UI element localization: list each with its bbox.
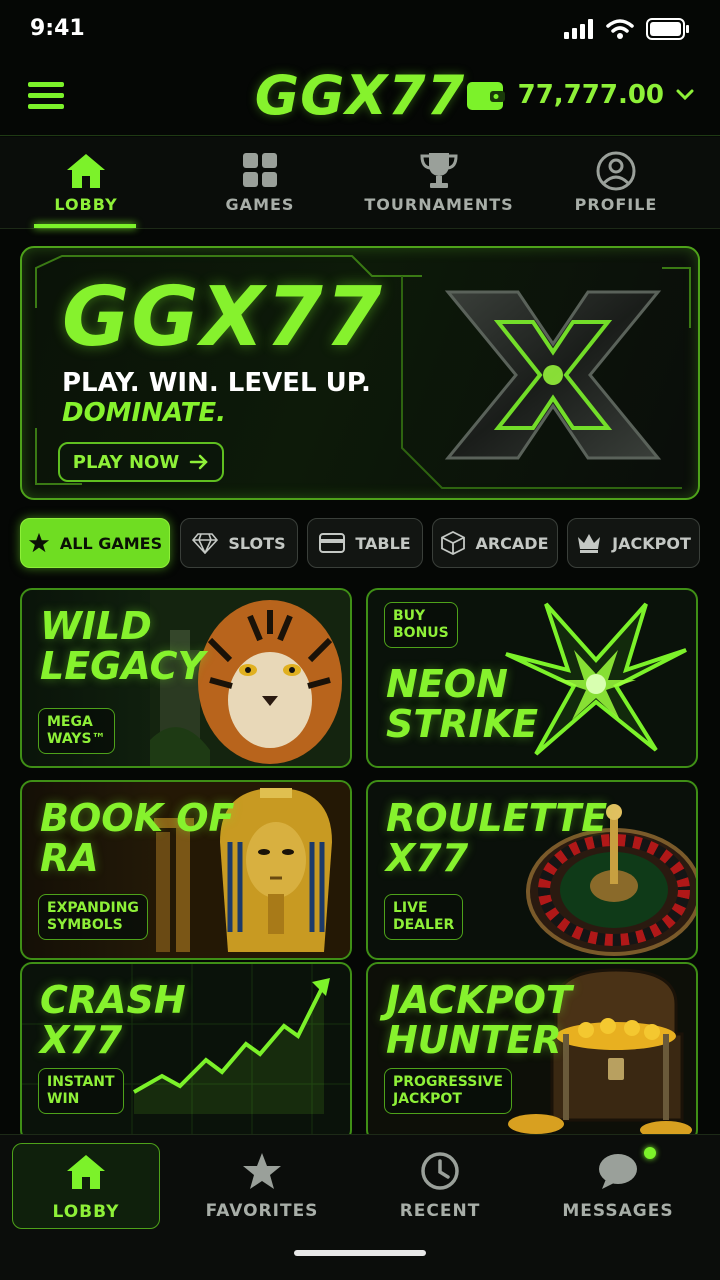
filter-label: ARCADE <box>475 533 549 553</box>
notification-dot <box>644 1147 656 1159</box>
game-title: JACKPOT HUNTER <box>386 978 572 1062</box>
clock-icon <box>421 1152 459 1190</box>
bottom-tab-messages[interactable]: MESSAGES <box>544 1143 692 1229</box>
bottom-tab-label: LOBBY <box>52 1202 120 1222</box>
tab-lobby[interactable]: LOBBY <box>6 137 166 229</box>
game-badge: PROGRESSIVE JACKPOT <box>384 1068 512 1114</box>
game-card-crash-x77[interactable]: CRASH X77 INSTANT WIN <box>20 962 352 1142</box>
status-bar: 9:41 <box>0 0 720 62</box>
hero-banner[interactable]: GGX77 PLAY. WIN. LEVEL UP. DOMINATE. PLA… <box>20 246 700 500</box>
game-badge: MEGA WAYS™ <box>38 708 115 754</box>
crown-icon <box>578 534 601 553</box>
play-now-button[interactable]: PLAY NOW <box>58 442 224 482</box>
cube-icon <box>441 531 466 555</box>
game-title: ROULETTE X77 <box>386 796 608 880</box>
tab-label: PROFILE <box>574 195 658 214</box>
wallet-icon <box>466 82 505 110</box>
filter-arcade[interactable]: ARCADE <box>432 518 558 568</box>
hero-tagline-accent: DOMINATE. <box>62 398 226 428</box>
bottom-tab-label: MESSAGES <box>562 1201 674 1221</box>
game-card-jackpot-hunter[interactable]: JACKPOT HUNTER PROGRESSIVE JACKPOT <box>366 962 698 1142</box>
bottom-tab-recent[interactable]: RECENT <box>366 1143 514 1229</box>
top-nav: LOBBY GAMES TOURNAMENTS PROFILE <box>0 137 720 229</box>
bottom-tab-favorites[interactable]: FAVORITES <box>188 1143 336 1229</box>
filter-label: JACKPOT <box>612 533 691 553</box>
tab-tournaments[interactable]: TOURNAMENTS <box>359 137 519 229</box>
signal-icon <box>564 19 593 39</box>
star-icon <box>28 532 49 553</box>
app-header: GGX77 77,777.00 <box>0 62 720 136</box>
filter-label: SLOTS <box>228 533 286 553</box>
game-badge: INSTANT WIN <box>38 1068 124 1114</box>
x-emblem-icon <box>444 290 662 460</box>
game-badge: BUY BONUS <box>384 602 458 648</box>
bottom-tab-label: RECENT <box>399 1201 481 1221</box>
filter-label: TABLE <box>355 533 411 553</box>
bottom-tab-label: FAVORITES <box>205 1201 319 1221</box>
battery-icon <box>646 18 689 40</box>
filter-slots[interactable]: SLOTS <box>180 518 298 568</box>
bottom-tab-lobby[interactable]: LOBBY <box>12 1143 160 1229</box>
game-title: WILD LEGACY <box>40 604 206 688</box>
status-time: 9:41 <box>30 16 85 41</box>
home-indicator <box>294 1250 426 1256</box>
game-card-wild-legacy[interactable]: WILD LEGACY MEGA WAYS™ <box>20 588 352 768</box>
game-card-neon-strike[interactable]: BUY BONUS NEON STRIKE <box>366 588 698 768</box>
game-filter-bar: ALL GAMES SLOTS TABLE ARCADE JACKPOT <box>20 518 700 570</box>
trophy-icon <box>420 153 458 188</box>
chat-icon <box>599 1154 637 1189</box>
tab-label: TOURNAMENTS <box>364 195 514 214</box>
grid-icon <box>243 153 277 187</box>
tab-label: LOBBY <box>54 195 118 214</box>
filter-jackpot[interactable]: JACKPOT <box>567 518 700 568</box>
balance-amount: 77,777.00 <box>517 80 664 110</box>
filter-label: ALL GAMES <box>59 533 163 553</box>
tab-label: GAMES <box>225 195 295 214</box>
tab-games[interactable]: GAMES <box>180 137 340 229</box>
game-card-roulette-x77[interactable]: ROULETTE X77 LIVE DEALER <box>366 780 698 960</box>
game-card-book-of-ra[interactable]: BOOK OF RA EXPANDING SYMBOLS <box>20 780 352 960</box>
game-title: NEON STRIKE <box>386 662 539 746</box>
wifi-icon <box>606 19 634 39</box>
diamond-icon <box>192 533 219 554</box>
wallet-balance-button[interactable]: 77,777.00 <box>466 78 694 112</box>
game-title: CRASH X77 <box>40 978 186 1062</box>
hero-tagline: PLAY. WIN. LEVEL UP. <box>62 368 371 398</box>
status-icons <box>564 18 690 40</box>
chevron-down-icon <box>676 89 694 101</box>
game-title: BOOK OF RA <box>40 796 235 880</box>
hero-title: GGX77 <box>62 270 384 365</box>
filter-table[interactable]: TABLE <box>307 518 423 568</box>
card-icon <box>319 533 346 553</box>
user-icon <box>596 151 636 191</box>
home-icon <box>67 1155 105 1189</box>
star-icon <box>243 1153 281 1189</box>
tab-profile[interactable]: PROFILE <box>536 137 696 229</box>
active-tab-indicator <box>34 224 136 228</box>
home-icon <box>67 154 105 188</box>
arrow-right-icon <box>189 454 208 470</box>
bottom-nav: LOBBY FAVORITES RECENT MESSAGES <box>0 1134 720 1280</box>
game-badge: EXPANDING SYMBOLS <box>38 894 148 940</box>
play-now-label: PLAY NOW <box>72 451 180 473</box>
filter-all-games[interactable]: ALL GAMES <box>20 518 170 568</box>
game-badge: LIVE DEALER <box>384 894 464 940</box>
